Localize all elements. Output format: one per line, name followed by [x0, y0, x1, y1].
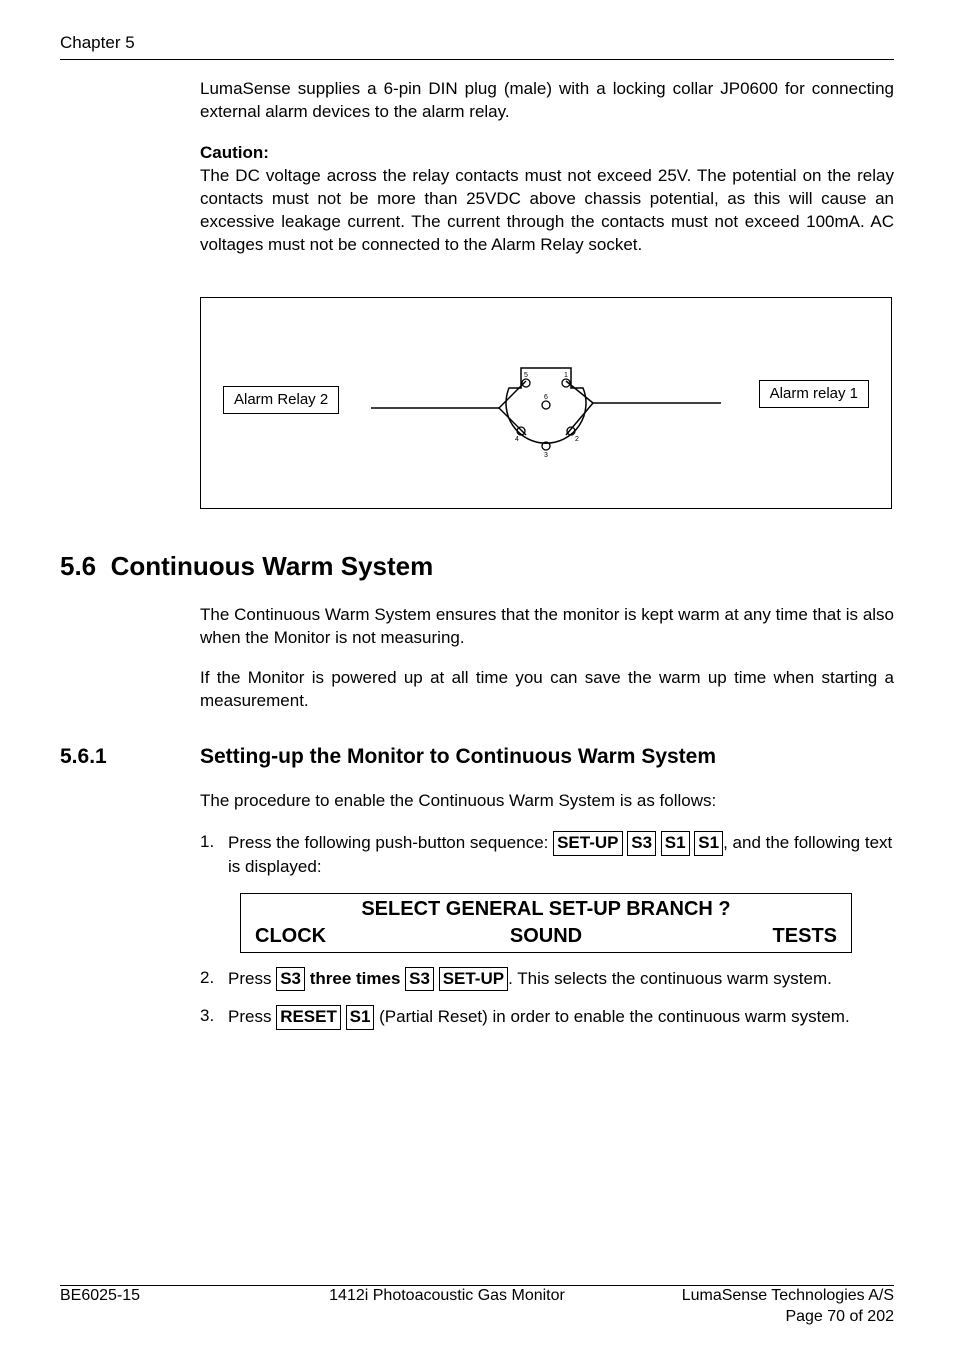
- display-opt-clock: CLOCK: [255, 923, 449, 950]
- svg-text:6: 6: [544, 394, 548, 401]
- caution-paragraph: Caution: The DC voltage across the relay…: [200, 142, 894, 257]
- key-setup: SET-UP: [553, 831, 622, 856]
- intro-paragraph: LumaSense supplies a 6-pin DIN plug (mal…: [200, 78, 894, 124]
- svg-text:5: 5: [524, 372, 528, 379]
- display-title: SELECT GENERAL SET-UP BRANCH ?: [241, 896, 851, 923]
- step-3-b: (Partial Reset) in order to enable the c…: [379, 1007, 850, 1026]
- alarm-relay-diagram: Alarm Relay 2 Alarm relay 1 5 1 6 4: [200, 297, 892, 509]
- section-heading: 5.6 Continuous Warm System: [60, 549, 894, 584]
- section-p1: The Continuous Warm System ensures that …: [200, 604, 894, 650]
- subsection-number: 5.6.1: [60, 743, 200, 771]
- lcd-display: SELECT GENERAL SET-UP BRANCH ? CLOCK SOU…: [240, 893, 852, 953]
- chapter-label: Chapter 5: [60, 32, 894, 55]
- header-rule: [60, 59, 894, 60]
- key-s1: S1: [694, 831, 723, 856]
- footer: BE6025-15 1412i Photoacoustic Gas Monito…: [60, 1285, 894, 1328]
- step-2-a: Press: [228, 969, 276, 988]
- display-opt-sound: SOUND: [449, 923, 643, 950]
- alarm-relay-1-label: Alarm relay 1: [759, 380, 869, 408]
- step-1: 1. Press the following push-button seque…: [200, 831, 894, 879]
- step-3-number: 3.: [200, 1005, 228, 1030]
- step-3-a: Press: [228, 1007, 276, 1026]
- step-2-number: 2.: [200, 967, 228, 992]
- footer-center: 1412i Photoacoustic Gas Monitor: [260, 1285, 634, 1307]
- caution-label: Caution:: [200, 143, 269, 162]
- footer-right: LumaSense Technologies A/S: [634, 1285, 894, 1307]
- svg-text:1: 1: [564, 372, 568, 379]
- subsection-intro: The procedure to enable the Continuous W…: [200, 790, 894, 813]
- section-number: 5.6: [60, 551, 96, 581]
- key-setup: SET-UP: [439, 967, 508, 992]
- step-1-pre: Press the following push-button sequence…: [228, 833, 553, 852]
- svg-text:2: 2: [575, 436, 579, 443]
- step-2-c: . This selects the continuous warm syste…: [508, 969, 832, 988]
- page-number: Page 70 of 202: [60, 1306, 894, 1328]
- section-title: Continuous Warm System: [111, 551, 434, 581]
- svg-text:4: 4: [515, 436, 519, 443]
- footer-left: BE6025-15: [60, 1285, 260, 1307]
- key-reset: RESET: [276, 1005, 341, 1030]
- display-opt-tests: TESTS: [643, 923, 837, 950]
- subsection-title: Setting-up the Monitor to Continuous War…: [200, 743, 716, 771]
- key-s3: S3: [405, 967, 434, 992]
- section-p2: If the Monitor is powered up at all time…: [200, 667, 894, 713]
- key-s1: S1: [661, 831, 690, 856]
- din-connector-icon: 5 1 6 4 2 3: [371, 313, 721, 493]
- key-s3: S3: [276, 967, 305, 992]
- key-s3: S3: [627, 831, 656, 856]
- key-s1: S1: [346, 1005, 375, 1030]
- step-1-number: 1.: [200, 831, 228, 879]
- alarm-relay-2-label: Alarm Relay 2: [223, 386, 339, 414]
- step-3: 3. Press RESET S1 (Partial Reset) in ord…: [200, 1005, 894, 1030]
- caution-text: The DC voltage across the relay contacts…: [200, 166, 894, 254]
- step-2: 2. Press S3 three times S3 SET-UP. This …: [200, 967, 894, 992]
- svg-text:3: 3: [544, 452, 548, 459]
- step-2-b: three times: [310, 969, 405, 988]
